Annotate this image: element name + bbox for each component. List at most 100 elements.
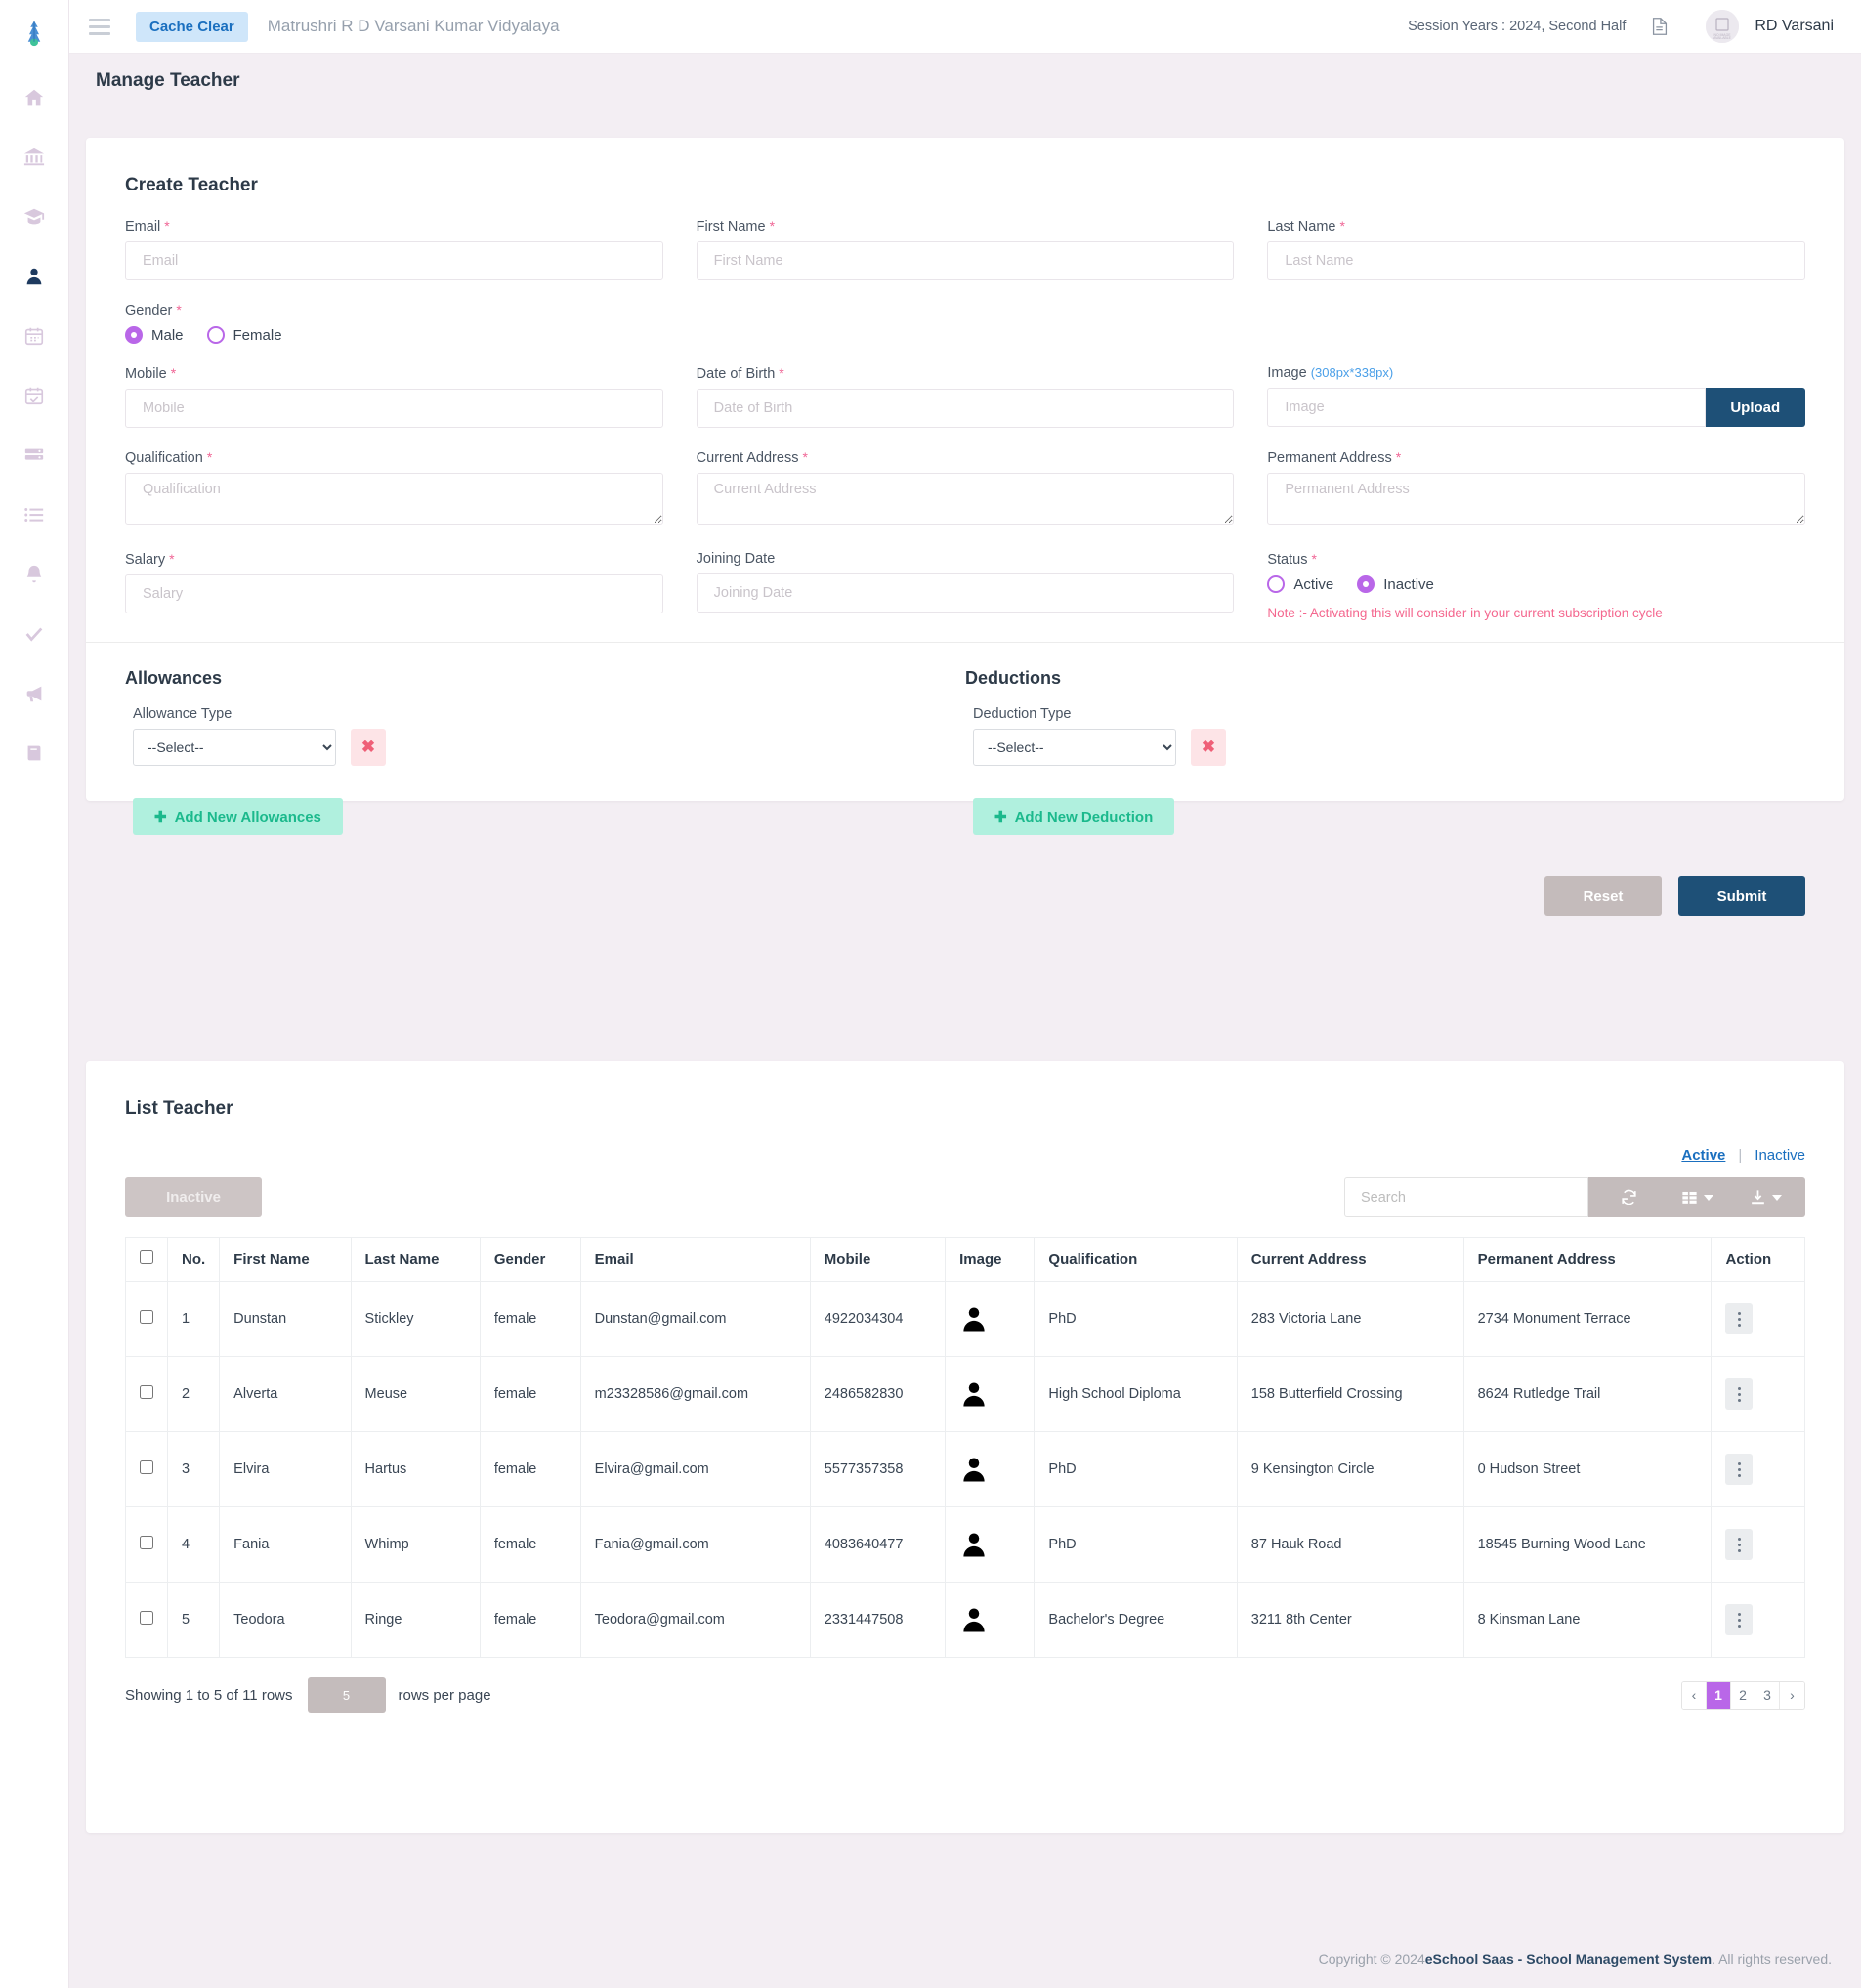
current-address-input[interactable] — [696, 473, 1235, 525]
gender-option-male[interactable]: Male — [125, 326, 184, 344]
column-header-first-name[interactable]: First Name — [219, 1237, 352, 1282]
column-header-image[interactable]: Image — [945, 1237, 1036, 1282]
pagination-next[interactable]: › — [1780, 1681, 1804, 1709]
email-input[interactable] — [125, 241, 663, 280]
image-input[interactable] — [1267, 388, 1706, 427]
column-header-last-name[interactable]: Last Name — [350, 1237, 481, 1282]
table-row[interactable]: 2 Alverta Meuse female m23328586@gmail.c… — [125, 1356, 1805, 1432]
sidebar-item-approvals[interactable] — [11, 611, 58, 657]
deduction-type-select[interactable]: --Select-- — [973, 729, 1176, 766]
cache-clear-button[interactable]: Cache Clear — [136, 11, 248, 42]
remove-deduction-button[interactable]: ✖ — [1191, 729, 1226, 766]
allowance-type-select[interactable]: --Select-- — [133, 729, 336, 766]
sidebar-item-announcements[interactable] — [11, 670, 58, 717]
row-checkbox[interactable] — [140, 1611, 153, 1625]
deductions-title: Deductions — [965, 668, 1062, 688]
radio-female-icon[interactable] — [206, 326, 225, 344]
sidebar-item-calendar[interactable] — [11, 313, 58, 360]
permanent-address-input[interactable] — [1267, 473, 1806, 525]
gender-option-female-label: Female — [233, 326, 282, 344]
qualification-input[interactable] — [125, 473, 663, 525]
submit-button[interactable]: Submit — [1678, 876, 1805, 916]
radio-active-icon[interactable] — [1267, 575, 1286, 593]
add-new-deduction-button[interactable]: ✚ Add New Deduction — [973, 798, 1175, 835]
menu-toggle-icon[interactable] — [89, 12, 118, 41]
table-row[interactable]: 3 Elvira Hartus female Elvira@gmail.com … — [125, 1431, 1805, 1507]
create-teacher-title: Create Teacher — [125, 175, 258, 195]
column-header-email[interactable]: Email — [579, 1237, 811, 1282]
column-header-no[interactable]: No. — [166, 1237, 221, 1282]
column-header-gender[interactable]: Gender — [479, 1237, 581, 1282]
row-checkbox[interactable] — [140, 1460, 153, 1474]
cell-current-address: 9 Kensington Circle — [1236, 1431, 1464, 1507]
bulk-inactive-button[interactable]: Inactive — [125, 1177, 262, 1217]
brand-name: eSchool Saas - School Management System — [1424, 1951, 1713, 1967]
row-checkbox[interactable] — [140, 1385, 153, 1399]
mobile-input[interactable] — [125, 389, 663, 428]
column-header-permanent-address[interactable]: Permanent Address — [1462, 1237, 1713, 1282]
pagination-page-3[interactable]: 3 — [1755, 1681, 1780, 1709]
export-button[interactable] — [1731, 1177, 1799, 1217]
row-actions-button[interactable] — [1725, 1604, 1754, 1635]
column-header-mobile[interactable]: Mobile — [809, 1237, 947, 1282]
upload-button[interactable]: Upload — [1705, 388, 1806, 427]
user-name[interactable]: RD Varsani — [1755, 18, 1834, 35]
sidebar-item-home[interactable] — [11, 74, 58, 121]
first-name-input[interactable] — [696, 241, 1235, 280]
refresh-button[interactable] — [1594, 1177, 1663, 1217]
pagination-page-1[interactable]: 1 — [1707, 1681, 1731, 1709]
status-option-inactive[interactable]: Inactive — [1357, 575, 1434, 593]
table-row[interactable]: 4 Fania Whimp female Fania@gmail.com 408… — [125, 1506, 1805, 1583]
column-header-qualification[interactable]: Qualification — [1034, 1237, 1238, 1282]
pagination-page-2[interactable]: 2 — [1731, 1681, 1755, 1709]
plus-icon: ✚ — [154, 809, 167, 825]
search-input[interactable] — [1344, 1177, 1588, 1217]
table-head: No. First Name Last Name Gender Email Mo… — [125, 1237, 1805, 1282]
salary-input[interactable] — [125, 574, 663, 613]
row-select-cell — [125, 1506, 168, 1583]
table-row[interactable]: 5 Teodora Ringe female Teodora@gmail.com… — [125, 1582, 1805, 1658]
sidebar-item-list[interactable] — [11, 491, 58, 538]
gender-option-female[interactable]: Female — [206, 326, 282, 344]
sidebar-item-institute[interactable] — [11, 134, 58, 181]
row-checkbox[interactable] — [140, 1310, 153, 1324]
column-header-current-address[interactable]: Current Address — [1236, 1237, 1464, 1282]
row-actions-button[interactable] — [1725, 1454, 1754, 1485]
status-option-active[interactable]: Active — [1267, 575, 1333, 593]
avatar[interactable]: NO IMAGE AVAILABLE — [1706, 10, 1740, 43]
remove-allowance-button[interactable]: ✖ — [351, 729, 386, 766]
select-all-checkbox[interactable] — [140, 1250, 153, 1264]
reset-button[interactable]: Reset — [1544, 876, 1662, 916]
sidebar-item-notifications[interactable] — [11, 551, 58, 598]
sidebar-item-database[interactable] — [11, 432, 58, 479]
sidebar-item-library[interactable] — [11, 730, 58, 777]
pagination-prev[interactable]: ‹ — [1682, 1681, 1707, 1709]
columns-button[interactable] — [1663, 1177, 1731, 1217]
last-name-input[interactable] — [1267, 241, 1806, 280]
rows-per-page-select[interactable]: 5 — [307, 1677, 386, 1713]
cell-email: m23328586@gmail.com — [579, 1356, 811, 1432]
permanent-address-label: Permanent Address * — [1267, 449, 1402, 466]
tab-active[interactable]: Active — [1681, 1147, 1725, 1163]
required-marker: * — [206, 449, 213, 465]
row-checkbox[interactable] — [140, 1536, 153, 1549]
radio-inactive-icon[interactable] — [1357, 575, 1375, 593]
table-row[interactable]: 1 Dunstan Stickley female Dunstan@gmail.… — [125, 1281, 1805, 1357]
cell-qualification: PhD — [1034, 1281, 1238, 1357]
sidebar-item-attendance[interactable] — [11, 372, 58, 419]
radio-male-icon[interactable] — [125, 326, 143, 344]
flip-book-icon[interactable] — [1649, 14, 1672, 39]
sidebar-item-teachers[interactable] — [11, 253, 58, 300]
row-actions-button[interactable] — [1725, 1378, 1754, 1410]
last-name-label: Last Name * — [1267, 218, 1345, 234]
row-actions-button[interactable] — [1725, 1529, 1754, 1560]
session-years-label: Session Years : 2024, Second Half — [1408, 19, 1627, 34]
dob-input[interactable] — [696, 389, 1235, 428]
tab-inactive[interactable]: Inactive — [1755, 1147, 1805, 1163]
cell-gender: female — [479, 1281, 581, 1357]
sidebar-item-students[interactable] — [11, 193, 58, 240]
joining-date-input[interactable] — [696, 573, 1235, 613]
row-actions-button[interactable] — [1725, 1303, 1754, 1334]
field-group-permanent-address: Permanent Address * — [1267, 449, 1806, 529]
add-new-allowances-button[interactable]: ✚ Add New Allowances — [133, 798, 343, 835]
